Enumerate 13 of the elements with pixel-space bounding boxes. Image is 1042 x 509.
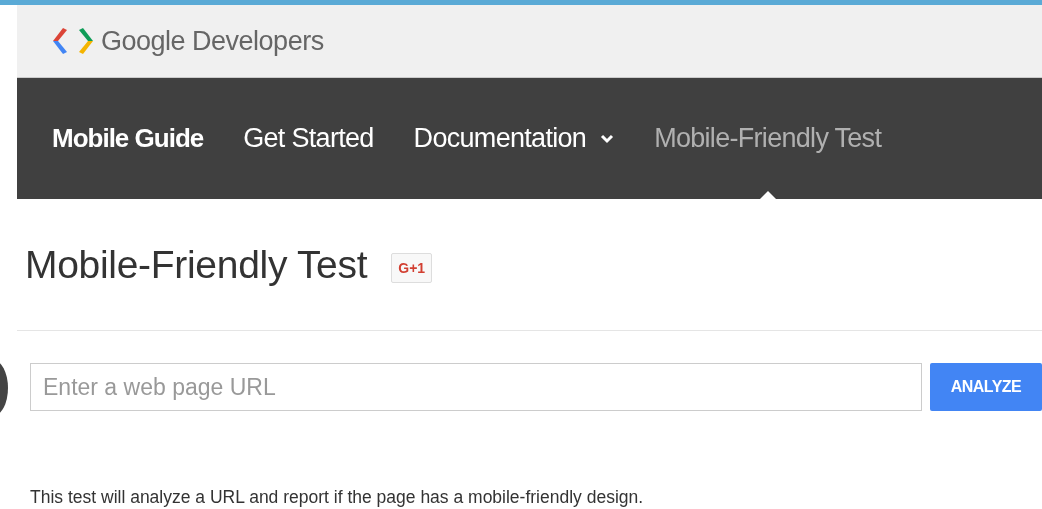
- logo-text: Google Developers: [101, 25, 324, 57]
- page-title: Mobile-Friendly Test: [25, 242, 368, 287]
- plus-one-button[interactable]: G+1: [391, 252, 433, 283]
- nav-link[interactable]: Documentation: [413, 78, 615, 199]
- chevron-down-icon: [600, 133, 615, 144]
- angle-brackets-logo-icon: [51, 26, 95, 56]
- url-input-field[interactable]: Enter a web page URL: [30, 363, 922, 411]
- site-title-link[interactable]: Mobile Guide: [52, 78, 204, 199]
- description-text: This test will analyze a URL and report if the page has a mobile-friendly design.: [30, 487, 645, 508]
- analyze-button[interactable]: ANALYZE: [930, 363, 1042, 411]
- nav-link[interactable]: Get Started: [243, 78, 374, 199]
- selected-indicator: [759, 191, 776, 199]
- nav-link[interactable]: Mobile-Friendly Test: [654, 78, 882, 199]
